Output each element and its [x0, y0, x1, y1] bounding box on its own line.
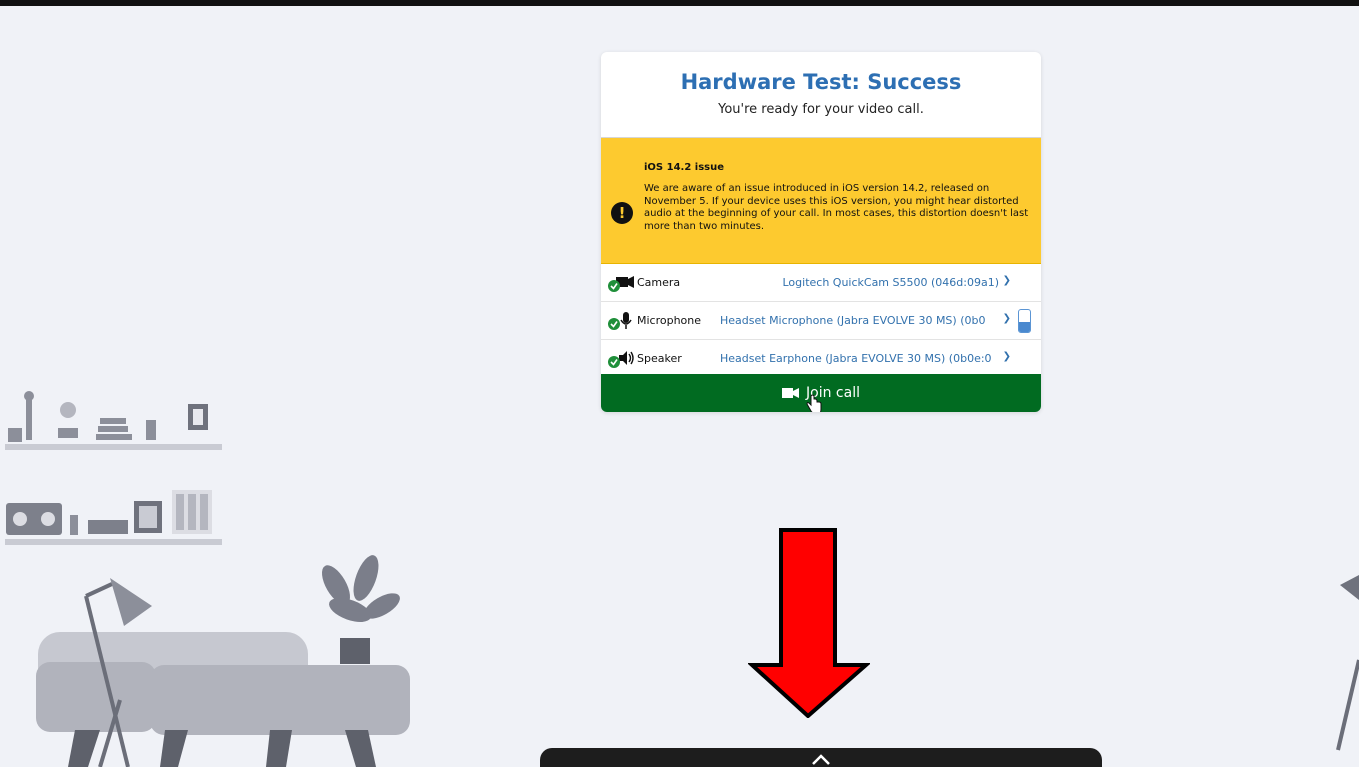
shelf-top	[5, 444, 222, 450]
page: Hardware Test: Success You're ready for …	[0, 0, 1359, 767]
right-lamp	[1336, 575, 1359, 751]
chevron-down-icon[interactable]: ❯	[1003, 275, 1011, 286]
shelf-bottom	[5, 539, 222, 545]
join-call-button[interactable]: Join call	[601, 374, 1041, 412]
video-camera-icon	[782, 388, 800, 398]
camera-icon	[608, 276, 634, 292]
dialog-subtitle: You're ready for your video call.	[718, 102, 924, 117]
speaker-label: Speaker	[637, 352, 682, 365]
ios-issue-alert: ! iOS 14.2 issue We are aware of an issu…	[601, 138, 1041, 264]
camera-label: Camera	[637, 276, 681, 289]
mic-level-fill	[1019, 322, 1030, 332]
microphone-icon	[608, 312, 632, 330]
hardware-test-dialog: Hardware Test: Success You're ready for …	[601, 52, 1041, 412]
plant	[322, 555, 400, 664]
chevron-down-icon[interactable]: ❯	[1003, 351, 1011, 362]
dialog-header: Hardware Test: Success You're ready for …	[601, 52, 1041, 138]
dialog-title: Hardware Test: Success	[680, 70, 962, 94]
camera-row: Camera Logitech QuickCam S5500 (046d:09a…	[601, 264, 1041, 302]
microphone-row: Microphone Headset Microphone (Jabra EVO…	[601, 302, 1041, 340]
speaker-icon	[608, 351, 634, 368]
speaker-row: Speaker Headset Earphone (Jabra EVOLVE 3…	[601, 340, 1041, 378]
alert-title: iOS 14.2 issue	[644, 162, 724, 173]
red-arrow-annotation	[748, 528, 870, 718]
microphone-label: Microphone	[637, 314, 702, 327]
exclamation-icon: !	[611, 202, 633, 224]
mic-level-meter	[1018, 309, 1031, 333]
bottom-toolbar[interactable]	[540, 748, 1102, 767]
camera-select[interactable]: Logitech QuickCam S5500 (046d:09a1)	[777, 276, 1015, 289]
microphone-select[interactable]: Headset Microphone (Jabra EVOLVE 30 MS) …	[720, 314, 997, 327]
shelf-top-items	[8, 391, 208, 442]
alert-body: We are aware of an issue introduced in i…	[644, 183, 1029, 232]
chevron-down-icon[interactable]: ❯	[1003, 313, 1011, 324]
lamp-shade	[110, 578, 152, 626]
shelf-bottom-items	[6, 490, 212, 535]
chevron-up-icon[interactable]	[810, 752, 832, 767]
speaker-select[interactable]: Headset Earphone (Jabra EVOLVE 30 MS) (0…	[720, 352, 997, 365]
hand-cursor-icon	[806, 394, 822, 412]
